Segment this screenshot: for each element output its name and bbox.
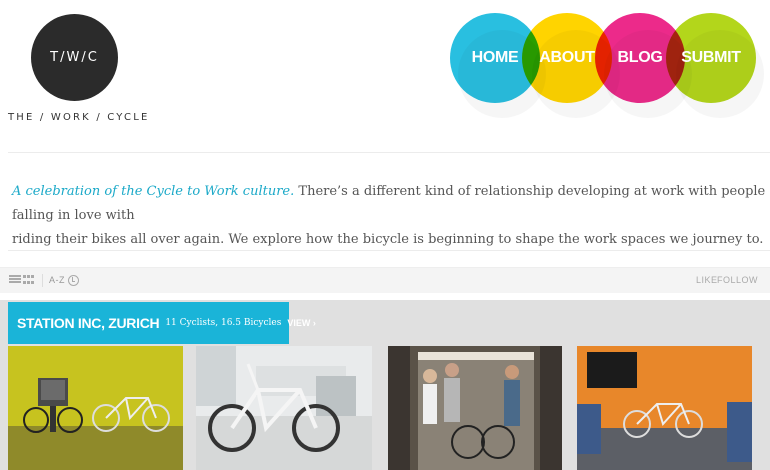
station-view-link[interactable]: VIEW › (287, 318, 316, 328)
station-title: STATION INC, ZURICH (17, 315, 160, 331)
station-banner[interactable]: STATION INC, ZURICH 11 Cyclists, 16.5 Bi… (8, 302, 316, 344)
intro-divider (8, 250, 770, 251)
sort-az-button[interactable]: A-Z (49, 275, 65, 285)
orange-room-bike-photo[interactable] (577, 346, 752, 470)
white-bike-office-photo[interactable] (196, 346, 372, 470)
intro-line-2: riding their bikes all over again. We ex… (12, 232, 764, 247)
elevator-cyclists-photo[interactable] (388, 346, 562, 470)
like-button[interactable]: LIKE (696, 275, 718, 285)
follow-button[interactable]: FOLLOW (717, 275, 758, 285)
header-divider (8, 152, 770, 153)
list-view-icon[interactable] (9, 275, 21, 286)
grid-view-icon[interactable] (23, 275, 35, 286)
station-meta: 11 Cyclists, 16.5 Bicycles (165, 318, 282, 328)
main-navigation: HOME ABOUT BLOG SUBMIT (0, 0, 770, 130)
clock-icon[interactable] (68, 275, 79, 286)
intro-highlight-link[interactable]: A celebration of the Cycle to Work cultu… (12, 184, 294, 199)
nav-submit-button[interactable] (666, 13, 756, 103)
toolbar-separator (42, 274, 43, 287)
intro-text: A celebration of the Cycle to Work cultu… (12, 180, 767, 252)
view-toolbar: A-Z LIKE FOLLOW (0, 267, 770, 293)
yellow-wall-bike-photo[interactable] (8, 346, 183, 470)
